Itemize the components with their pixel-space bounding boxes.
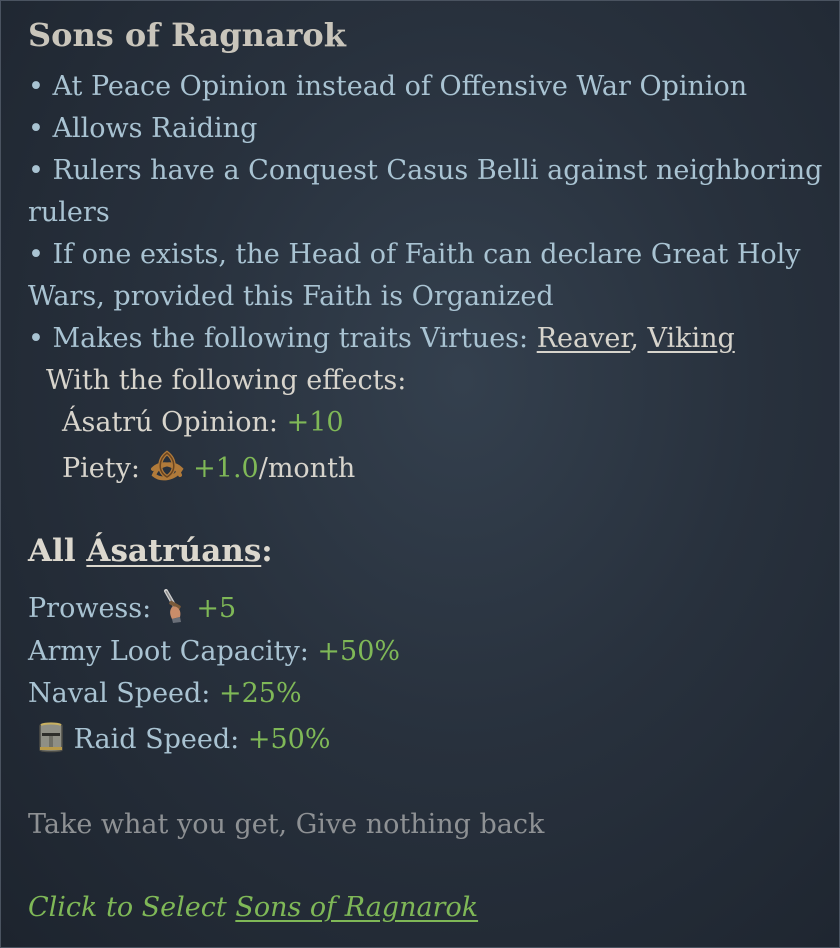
bullet-opinion: • At Peace Opinion instead of Offensive … <box>28 71 748 102</box>
prowess-effect: Prowess: +5 <box>28 589 236 630</box>
opinion-effect: Ásatrú Opinion: +10 <box>62 407 344 438</box>
raid-value: +50% <box>247 724 331 755</box>
bullet-raiding: • Allows Raiding <box>28 113 258 144</box>
loot-value: +50% <box>317 636 401 667</box>
select-action-prefix: Click to Select <box>28 892 236 923</box>
piety-label: Piety: <box>62 453 149 484</box>
piety-icon <box>149 449 185 490</box>
all-section-heading: All Ásatrúans: <box>28 533 273 569</box>
naval-value: +25% <box>219 678 302 709</box>
loot-label: Army Loot Capacity: <box>28 636 318 667</box>
flavor-text: Take what you get, Give nothing back <box>28 809 545 840</box>
bullet-casus-belli-text: • Rulers have a Conquest Casus Belli aga… <box>28 155 823 186</box>
tenet-title: Sons of Ragnarok <box>28 16 346 54</box>
raid-label: Raid Speed: <box>73 724 248 755</box>
select-action[interactable]: Click to Select Sons of Ragnarok <box>28 892 478 923</box>
loot-effect: Army Loot Capacity: +50% <box>28 636 400 667</box>
prowess-icon <box>160 589 188 630</box>
bullet-virtues: • Makes the following traits Virtues: Re… <box>28 323 735 354</box>
tenet-tooltip: Sons of Ragnarok • At Peace Opinion inst… <box>0 0 840 948</box>
bullet-casus-belli-line2: rulers <box>28 197 110 228</box>
select-action-target[interactable]: Sons of Ragnarok <box>235 892 478 923</box>
prowess-value: +5 <box>196 593 237 624</box>
bullet-casus-belli-line1: • Rulers have a Conquest Casus Belli aga… <box>28 155 822 186</box>
naval-effect: Naval Speed: +25% <box>28 678 302 709</box>
piety-value: +1.0 <box>193 453 259 484</box>
bullet-holy-war-line2: Wars, provided this Faith is Organized <box>28 281 554 312</box>
naval-label: Naval Speed: <box>28 678 219 709</box>
faith-group-link[interactable]: Ásatrúans <box>86 533 261 569</box>
opinion-label: Ásatrú Opinion: <box>62 407 287 438</box>
piety-effect: Piety: +1.0/month <box>62 449 355 490</box>
effects-intro: With the following effects: <box>46 365 407 396</box>
virtues-label: • Makes the following traits Virtues: <box>28 323 537 354</box>
opinion-value: +10 <box>286 407 344 438</box>
heading-colon: : <box>261 533 273 569</box>
raid-effect: Raid Speed: +50% <box>37 720 330 761</box>
trait-separator: , <box>630 323 648 354</box>
trait-link-reaver[interactable]: Reaver <box>537 323 631 354</box>
all-prefix: All <box>28 533 87 569</box>
prowess-label: Prowess: <box>28 593 160 624</box>
piety-unit: /month <box>258 453 356 484</box>
bullet-holy-war-line1: • If one exists, the Head of Faith can d… <box>28 239 801 270</box>
helmet-icon <box>37 720 65 761</box>
trait-link-viking[interactable]: Viking <box>647 323 734 354</box>
